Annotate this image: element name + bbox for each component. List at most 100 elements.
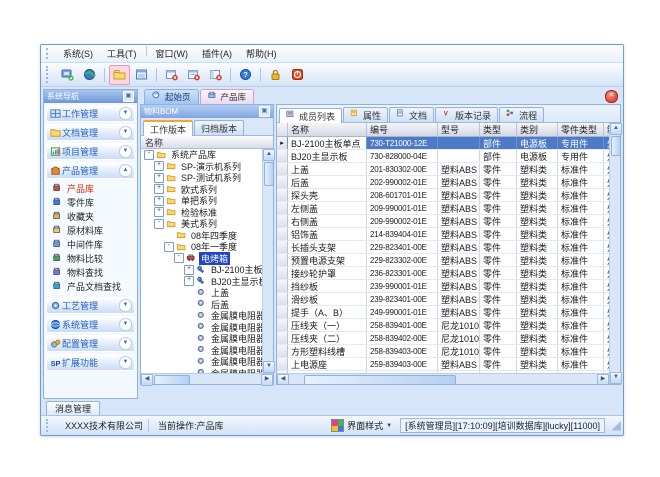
menu-item-2[interactable]: 工具(T) xyxy=(100,46,144,61)
table-row[interactable]: 压线夹（二）258-839402-00E尼龙1010零件塑料类标准件外协条 xyxy=(277,332,609,345)
cell-编号[interactable]: 249-990001-01E xyxy=(367,306,438,318)
cell-型号[interactable]: 塑料ABS xyxy=(438,254,480,266)
cell-编号[interactable]: 236-823301-00E xyxy=(367,267,438,279)
cell-编号[interactable]: 259-839403-00E xyxy=(367,358,438,370)
column-header-名称[interactable]: 名称 xyxy=(288,123,367,136)
cell-名称[interactable]: BJ-2100主板单点 xyxy=(288,137,367,149)
cell-类型[interactable]: 部件 xyxy=(480,150,517,162)
cell-类型[interactable]: 部件 xyxy=(480,137,517,149)
cell-零件类型[interactable]: 标准件 xyxy=(558,345,604,357)
tree-horizontal-scrollbar[interactable]: ◀ ▶ xyxy=(141,373,273,384)
scroll-right-icon[interactable]: ▶ xyxy=(597,374,609,384)
table-row[interactable]: 长插头支架229-823401-00E塑料ABS零件塑料类标准件外协条 xyxy=(277,241,609,254)
sidebar-item-物料比较[interactable]: 物料比较 xyxy=(44,251,137,265)
cell-零件类型[interactable]: 标准件 xyxy=(558,241,604,253)
scroll-left-icon[interactable]: ◀ xyxy=(277,374,289,384)
sidebar-group-产品管理[interactable]: 产品管理▲ xyxy=(46,162,135,179)
column-header-零件类型[interactable]: 零件类型 xyxy=(558,123,604,136)
sidebar-group-工作管理[interactable]: 工作管理▼ xyxy=(46,105,135,122)
table-row[interactable]: BJ20主显示板730-828000-04E部件电源板专用件外协颗 xyxy=(277,150,609,163)
sidebar-group-项目管理[interactable]: 项目管理▼ xyxy=(46,143,135,160)
cell-编号[interactable]: 730-T21000-12E xyxy=(367,137,438,149)
cell-编号[interactable]: 208-601701-01E xyxy=(367,189,438,201)
cell-零件类型[interactable]: 标准件 xyxy=(558,306,604,318)
workspace-icon[interactable] xyxy=(57,65,78,85)
column-header-编号[interactable]: 编号 xyxy=(367,123,438,136)
tree-vscroll-thumb[interactable] xyxy=(264,162,274,186)
sidebar-item-原材料库[interactable]: 原材料库 xyxy=(44,223,137,237)
menubar-grip[interactable] xyxy=(46,48,53,60)
cell-零件类型[interactable]: 标准件 xyxy=(558,228,604,240)
toolbar-grip[interactable] xyxy=(46,66,53,82)
chevron-up-icon[interactable]: ▲ xyxy=(119,164,132,177)
cell-名称[interactable]: 预置电源支架 xyxy=(288,254,367,266)
window-close-b-icon[interactable] xyxy=(183,65,204,85)
cell-型号[interactable] xyxy=(438,137,480,149)
expand-icon[interactable]: + xyxy=(154,196,164,206)
cell-类别[interactable]: 塑料类 xyxy=(517,215,558,227)
sidebar-group-扩展功能[interactable]: SP扩展功能▼ xyxy=(46,354,135,371)
tree-node-金属膜电阻器[interactable]: 金属膜电阻器 xyxy=(141,368,262,374)
tab-属性[interactable]: 属性 xyxy=(343,107,388,122)
expand-icon[interactable]: + xyxy=(184,265,194,275)
window-list-icon[interactable] xyxy=(131,65,152,85)
cell-型号[interactable]: 塑料ABS xyxy=(438,358,480,370)
table-row[interactable]: 铝饰盖214-839404-01E塑料ABS零件塑料类标准件外协条 xyxy=(277,228,609,241)
tab-起始页[interactable]: 起始页 xyxy=(144,89,199,104)
cell-类型[interactable]: 零件 xyxy=(480,332,517,344)
expand-icon[interactable]: + xyxy=(154,173,164,183)
cell-名称[interactable]: 上电源座 xyxy=(288,358,367,370)
table-row[interactable]: ▸BJ-2100主板单点730-T21000-12E部件电源板专用件外协颗 xyxy=(277,137,609,150)
cell-类别[interactable]: 塑料类 xyxy=(517,332,558,344)
cell-型号[interactable]: 塑料ABS xyxy=(438,176,480,188)
cell-型号[interactable]: 塑料ABS xyxy=(438,267,480,279)
table-row[interactable]: 滑纱板239-823401-00E塑料ABS零件塑料类标准件外协条 xyxy=(277,293,609,306)
sidebar-item-零件库[interactable]: 零件库 xyxy=(44,195,137,209)
expand-icon[interactable]: + xyxy=(154,184,164,194)
sidebar-group-文档管理[interactable]: 文档管理▼ xyxy=(46,124,135,141)
table-row[interactable]: 探头壳208-601701-01E塑料ABS零件塑料类标准件外协条 xyxy=(277,189,609,202)
chevron-down-icon[interactable]: ▼ xyxy=(119,299,132,312)
cell-编号[interactable]: 258-839401-00E xyxy=(367,319,438,331)
cell-零件类型[interactable]: 标准件 xyxy=(558,163,604,175)
scroll-up-icon[interactable]: ▲ xyxy=(263,149,275,161)
lock-icon[interactable] xyxy=(265,65,286,85)
sidebar-pin-icon[interactable]: ▣ xyxy=(123,91,134,102)
cell-型号[interactable]: 塑料ABS xyxy=(438,306,480,318)
tab-工作版本[interactable]: 工作版本 xyxy=(143,120,193,136)
scroll-down-icon[interactable]: ▼ xyxy=(610,372,622,384)
cell-类别[interactable]: 塑料类 xyxy=(517,280,558,292)
sidebar-item-收藏夹[interactable]: 收藏夹 xyxy=(44,209,137,223)
chevron-down-icon[interactable]: ▼ xyxy=(119,337,132,350)
cell-类型[interactable]: 零件 xyxy=(480,280,517,292)
tab-成员列表[interactable]: 成员列表 xyxy=(279,108,342,123)
cell-类别[interactable]: 塑料类 xyxy=(517,163,558,175)
cell-零件类型[interactable]: 标准件 xyxy=(558,267,604,279)
scroll-up-icon[interactable]: ▲ xyxy=(610,123,622,135)
table-row[interactable]: 上盖201-830302-00E塑料ABS零件塑料类标准件外协条 xyxy=(277,163,609,176)
cell-类型[interactable]: 零件 xyxy=(480,254,517,266)
cell-编号[interactable]: 229-823302-00E xyxy=(367,254,438,266)
cell-类别[interactable]: 塑料类 xyxy=(517,176,558,188)
tab-版本记录[interactable]: V版本记录 xyxy=(435,107,498,122)
cell-名称[interactable]: 滑纱板 xyxy=(288,293,367,305)
chevron-down-icon[interactable]: ▼ xyxy=(119,145,132,158)
cell-类别[interactable]: 塑料类 xyxy=(517,293,558,305)
cell-名称[interactable]: 接纱轮护罩 xyxy=(288,267,367,279)
cell-类别[interactable]: 塑料类 xyxy=(517,358,558,370)
cell-编号[interactable]: 202-990002-01E xyxy=(367,176,438,188)
table-row[interactable]: 方形塑料线槽258-839403-00E尼龙1010零件塑料类标准件外协条 xyxy=(277,345,609,358)
grid-vertical-scrollbar[interactable]: ▲ ▼ xyxy=(609,123,620,384)
chevron-down-icon[interactable]: ▼ xyxy=(119,318,132,331)
chevron-down-icon[interactable]: ▼ xyxy=(119,107,132,120)
cell-编号[interactable]: 209-990001-01E xyxy=(367,202,438,214)
cell-型号[interactable]: 塑料ABS xyxy=(438,228,480,240)
cell-类型[interactable]: 零件 xyxy=(480,319,517,331)
cell-类别[interactable]: 塑料类 xyxy=(517,254,558,266)
tree-column-header[interactable]: 名称 xyxy=(141,136,273,149)
cell-类别[interactable]: 塑料类 xyxy=(517,202,558,214)
expand-icon[interactable]: + xyxy=(184,276,194,286)
cell-类型[interactable]: 零件 xyxy=(480,345,517,357)
cell-型号[interactable]: 尼龙1010 xyxy=(438,319,480,331)
tree-hscroll-thumb[interactable] xyxy=(154,375,190,385)
